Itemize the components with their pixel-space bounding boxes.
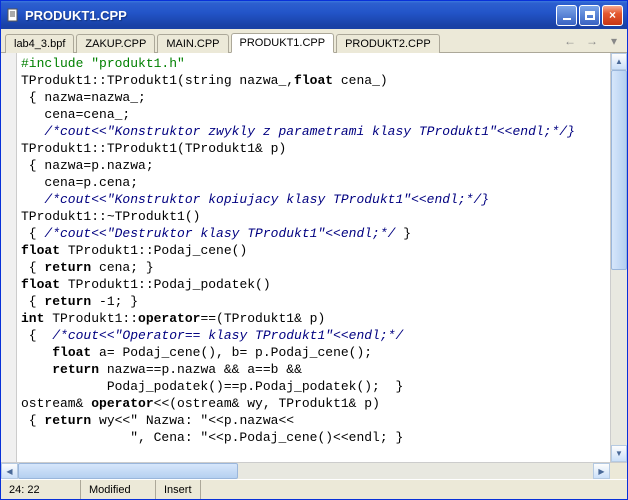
maximize-button[interactable]: [579, 5, 600, 26]
tab-produkt1[interactable]: PRODUKT1.CPP: [231, 33, 335, 53]
nav-forward-icon[interactable]: →: [583, 32, 601, 50]
file-icon: [5, 7, 21, 23]
scroll-down-icon[interactable]: ▼: [611, 445, 627, 462]
scroll-up-icon[interactable]: ▲: [611, 53, 627, 70]
tab-bar: lab4_3.bpf ZAKUP.CPP MAIN.CPP PRODUKT1.C…: [1, 29, 627, 53]
window-title: PRODUKT1.CPP: [25, 8, 556, 23]
scroll-left-icon[interactable]: ◀: [1, 463, 18, 479]
hscroll-track[interactable]: [18, 463, 593, 479]
insert-mode: Insert: [156, 480, 201, 499]
vertical-scrollbar[interactable]: ▲ ▼: [610, 53, 627, 462]
scroll-corner: [610, 463, 627, 479]
editor: #include "produkt1.h"TProdukt1::TProdukt…: [1, 53, 627, 462]
code-area[interactable]: #include "produkt1.h"TProdukt1::TProdukt…: [17, 53, 610, 462]
tab-lab4[interactable]: lab4_3.bpf: [5, 34, 74, 53]
modified-status: Modified: [81, 480, 156, 499]
tab-zakup[interactable]: ZAKUP.CPP: [76, 34, 155, 53]
close-button[interactable]: ×: [602, 5, 623, 26]
vscroll-track[interactable]: [611, 70, 627, 445]
tab-nav: ← → ▾: [561, 32, 623, 52]
scroll-right-icon[interactable]: ▶: [593, 463, 610, 479]
status-bar: 24: 22 Modified Insert: [1, 479, 627, 499]
gutter: [1, 53, 17, 462]
nav-back-icon[interactable]: ←: [561, 32, 579, 50]
tab-main[interactable]: MAIN.CPP: [157, 34, 228, 53]
window-controls: ×: [556, 5, 623, 26]
window: PRODUKT1.CPP × lab4_3.bpf ZAKUP.CPP MAIN…: [0, 0, 628, 500]
horizontal-scrollbar[interactable]: ◀ ▶: [1, 462, 627, 479]
minimize-button[interactable]: [556, 5, 577, 26]
nav-dropdown-icon[interactable]: ▾: [605, 32, 623, 50]
hscroll-thumb[interactable]: [18, 463, 238, 479]
tab-produkt2[interactable]: PRODUKT2.CPP: [336, 34, 440, 53]
cursor-position: 24: 22: [1, 480, 81, 499]
vscroll-thumb[interactable]: [611, 70, 627, 270]
titlebar[interactable]: PRODUKT1.CPP ×: [1, 1, 627, 29]
